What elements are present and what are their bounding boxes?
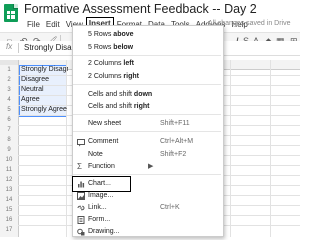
- menu-item-emphasis: below: [113, 44, 134, 51]
- cell-a2[interactable]: Disagree: [19, 75, 68, 84]
- menu-item-emphasis: left: [123, 60, 134, 67]
- insert-image[interactable]: Image...: [88, 192, 113, 199]
- drawing-icon: [77, 228, 85, 236]
- menu-item-text: Cells and shift: [88, 91, 134, 98]
- row-header[interactable]: 11: [0, 165, 19, 175]
- sigma-icon: Σ: [77, 162, 82, 171]
- insert-new-sheet[interactable]: New sheet: [88, 120, 121, 127]
- shortcut-link: Ctrl+K: [160, 204, 180, 211]
- row-header[interactable]: 8: [0, 135, 19, 145]
- document-title[interactable]: Formative Assessment Feedback -- Day 2: [24, 2, 257, 16]
- insert-rows-above[interactable]: 5 Rows above: [88, 31, 134, 38]
- cell-a1[interactable]: Strongly Disagre: [19, 65, 68, 74]
- row-header[interactable]: 2: [0, 75, 19, 85]
- grid-line: [270, 60, 271, 237]
- insert-link[interactable]: Link...: [88, 204, 107, 211]
- menu-item-emphasis: right: [133, 103, 150, 110]
- menu-edit[interactable]: Edit: [43, 18, 63, 32]
- menu-divider: [73, 84, 221, 85]
- cell-a5[interactable]: Strongly Agree: [19, 105, 68, 114]
- insert-note[interactable]: Note: [88, 151, 103, 158]
- insert-cells-shift-down[interactable]: Cells and shift down: [88, 91, 152, 98]
- row-header[interactable]: 13: [0, 185, 19, 195]
- menu-divider: [73, 55, 221, 56]
- shortcut-note: Shift+F2: [160, 151, 187, 158]
- row-header[interactable]: 3: [0, 85, 19, 95]
- insert-rows-below[interactable]: 5 Rows below: [88, 44, 133, 51]
- cell-a3[interactable]: Neutral: [19, 85, 68, 94]
- menu-item-text: 2 Columns: [88, 73, 124, 80]
- row-header[interactable]: 9: [0, 145, 19, 155]
- link-icon: [77, 205, 85, 211]
- menu-item-text: 5 Rows: [88, 44, 114, 51]
- row-header[interactable]: 14: [0, 195, 19, 205]
- sheets-logo-icon[interactable]: [4, 4, 18, 22]
- cell-a4[interactable]: Agree: [19, 95, 68, 104]
- insert-drawing[interactable]: Drawing...: [88, 228, 120, 235]
- row-header[interactable]: 17: [0, 225, 19, 237]
- row-header[interactable]: 6: [0, 115, 19, 125]
- comment-icon: [77, 139, 85, 147]
- row-header[interactable]: 10: [0, 155, 19, 165]
- menu-file[interactable]: File: [24, 18, 43, 32]
- row-header[interactable]: 15: [0, 205, 19, 215]
- image-icon: [77, 192, 85, 200]
- menu-divider: [73, 174, 221, 175]
- fx-label: fx: [6, 42, 13, 51]
- menu-item-emphasis: down: [133, 91, 153, 98]
- submenu-arrow-icon: ▶: [148, 163, 154, 170]
- insert-chart[interactable]: Chart...: [88, 180, 111, 187]
- shortcut-comment: Ctrl+Alt+M: [160, 138, 194, 145]
- insert-comment[interactable]: Comment: [88, 138, 118, 145]
- menu-divider: [73, 131, 221, 132]
- menu-item-text: Cells and shift: [88, 103, 134, 110]
- formula-divider: [18, 43, 19, 53]
- chart-icon: [78, 181, 85, 188]
- insert-function[interactable]: Function: [88, 163, 115, 170]
- row-header[interactable]: 12: [0, 175, 19, 185]
- menu-item-text: 2 Columns: [88, 60, 124, 67]
- row-header[interactable]: 4: [0, 95, 19, 105]
- row-header[interactable]: 7: [0, 125, 19, 135]
- insert-form[interactable]: Form...: [88, 216, 110, 223]
- menu-divider: [73, 114, 221, 115]
- menu-item-emphasis: above: [113, 31, 134, 38]
- insert-columns-right[interactable]: 2 Columns right: [88, 73, 139, 80]
- row-header[interactable]: 1: [0, 65, 19, 75]
- form-icon: [77, 216, 85, 224]
- shortcut-new-sheet: Shift+F11: [160, 120, 190, 127]
- insert-cells-shift-right[interactable]: Cells and shift right: [88, 103, 149, 110]
- row-header[interactable]: 5: [0, 105, 19, 115]
- grid-line: [230, 60, 231, 237]
- row-header[interactable]: 16: [0, 215, 19, 225]
- insert-columns-left[interactable]: 2 Columns left: [88, 60, 134, 67]
- menu-item-text: 5 Rows: [88, 31, 114, 38]
- menu-item-emphasis: right: [123, 73, 139, 80]
